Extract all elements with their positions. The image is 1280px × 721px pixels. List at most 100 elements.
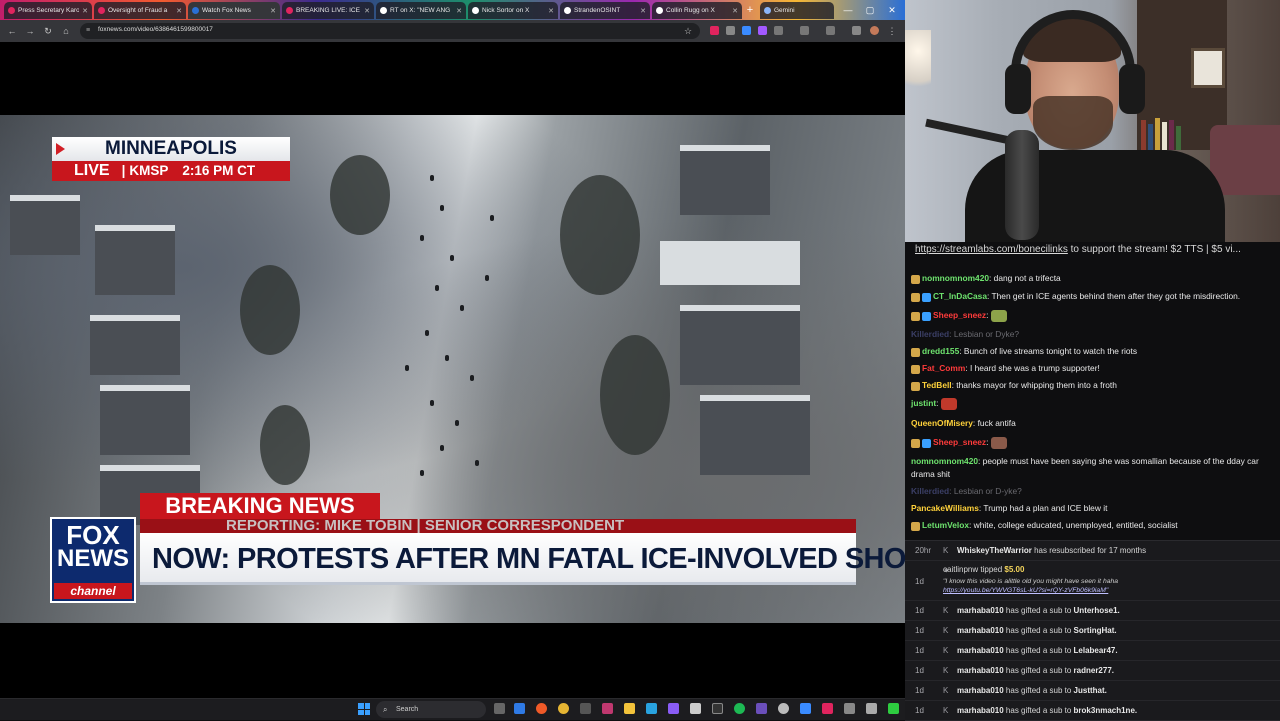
- chat-username[interactable]: dredd155: [922, 346, 959, 356]
- extension-icon[interactable]: [726, 26, 735, 35]
- chat-message: nomnomnom420: dang not a trifecta: [911, 272, 1275, 286]
- app-icon[interactable]: [800, 703, 811, 714]
- chat-username[interactable]: Fat_Comm: [922, 363, 965, 373]
- headphone-earcup: [1119, 64, 1145, 114]
- close-icon[interactable]: ✕: [640, 7, 646, 15]
- chat-username[interactable]: Killerdied: [911, 329, 949, 339]
- app-icon[interactable]: [646, 703, 657, 714]
- protester: [460, 305, 464, 311]
- tip-event[interactable]: 1d ✦ caitlinpnw tipped $5.00 "I know thi…: [905, 561, 1280, 601]
- app-icon[interactable]: [712, 703, 723, 714]
- tab-rt-on-x[interactable]: RT on X: "NEW ANG ✕: [376, 2, 466, 19]
- address-bar[interactable]: ≡ foxnews.com/video/6386461599800017 ☆: [80, 23, 700, 39]
- chat-username[interactable]: Sheep_sneez: [933, 437, 986, 447]
- extension-icon[interactable]: [742, 26, 751, 35]
- chat-username[interactable]: justint: [911, 398, 936, 408]
- event-row[interactable]: 1d K marhaba010 has gifted a sub to Sort…: [905, 621, 1280, 641]
- event-row[interactable]: 20hr K WhiskeyTheWarrior has resubscribe…: [905, 541, 1280, 561]
- event-row[interactable]: 1d K marhaba010 has gifted a sub to radn…: [905, 661, 1280, 681]
- close-window-button[interactable]: ✕: [882, 2, 902, 18]
- spotify-icon[interactable]: [734, 703, 745, 714]
- video-player[interactable]: MINNEAPOLIS LIVE | KMSP 2:16 PM CT FOX N…: [0, 115, 905, 623]
- back-arrow-icon[interactable]: ←: [6, 25, 18, 37]
- app-icon[interactable]: [778, 703, 789, 714]
- app-icon[interactable]: [580, 703, 591, 714]
- event-row[interactable]: 1d K marhaba010 has gifted a sub to Just…: [905, 681, 1280, 701]
- file-explorer-icon[interactable]: [624, 703, 635, 714]
- event-row[interactable]: 1d K marhaba010 has gifted a sub to Unte…: [905, 601, 1280, 621]
- event-row[interactable]: 1d K marhaba010 has gifted a sub to brok…: [905, 701, 1280, 721]
- close-icon[interactable]: ✕: [82, 7, 88, 15]
- obs-icon[interactable]: [602, 703, 613, 714]
- prime-badge-icon: [922, 293, 931, 303]
- bookmark-star-icon[interactable]: ☆: [682, 25, 694, 37]
- close-icon[interactable]: ✕: [456, 7, 462, 15]
- edge-icon[interactable]: [514, 703, 525, 714]
- chat-message: QueenOfMisery: fuck antifa: [911, 418, 1016, 428]
- house: [10, 195, 80, 255]
- home-icon[interactable]: ⌂: [60, 25, 72, 37]
- chat-username[interactable]: QueenOfMisery: [911, 418, 973, 428]
- close-icon[interactable]: ✕: [176, 7, 182, 15]
- chat-username[interactable]: nomnomnom420: [911, 456, 978, 466]
- chat-username[interactable]: CT_InDaCasa: [933, 291, 987, 301]
- minimize-button[interactable]: —: [838, 2, 858, 18]
- extension-icon[interactable]: [758, 26, 767, 35]
- sidepanel-icon[interactable]: [826, 26, 835, 35]
- streamlabs-link[interactable]: https://streamlabs.com/bonecilinks: [915, 244, 1068, 255]
- chat-username[interactable]: nomnomnom420: [922, 273, 989, 283]
- emote-icon: [990, 436, 1007, 449]
- chat-username[interactable]: TedBell: [922, 380, 952, 390]
- menu-kebab-icon[interactable]: ⋮: [886, 25, 898, 37]
- chat-username[interactable]: PancakeWilliams: [911, 503, 979, 513]
- chat-username[interactable]: Sheep_sneez: [933, 310, 986, 320]
- windows-start-icon[interactable]: [358, 703, 370, 715]
- tab-gemini[interactable]: Gemini: [760, 2, 834, 19]
- downloads-icon[interactable]: [852, 26, 861, 35]
- url-text[interactable]: foxnews.com/video/6386461599800017: [98, 26, 213, 33]
- tab-collin-rugg[interactable]: Collin Rugg on X ✕: [652, 2, 742, 19]
- profile-avatar[interactable]: [870, 26, 879, 35]
- new-tab-button[interactable]: +: [744, 3, 756, 17]
- chat-message: CT_InDaCasa: Then get in ICE agents behi…: [911, 290, 1275, 304]
- tab-watch-fox-news[interactable]: Watch Fox News ✕: [188, 2, 280, 19]
- app-icon[interactable]: [866, 703, 877, 714]
- headphone-earcup: [1005, 64, 1031, 114]
- taskbar-search[interactable]: ⌕ Search: [376, 701, 486, 718]
- site-info-icon[interactable]: ≡: [86, 27, 94, 35]
- tab-press-secretary[interactable]: Press Secretary Karo ✕: [4, 2, 92, 19]
- chrome-icon[interactable]: [558, 703, 569, 714]
- extension-icon[interactable]: [774, 26, 783, 35]
- extension-icon[interactable]: [710, 26, 719, 35]
- tip-link[interactable]: https://youtu.be/YWVGT6sL-kU?si=rQY-zVFb…: [943, 587, 1108, 594]
- app-icon[interactable]: [888, 703, 899, 714]
- webcam-feed: [905, 0, 1280, 255]
- firefox-icon[interactable]: [536, 703, 547, 714]
- close-icon[interactable]: ✕: [548, 7, 554, 15]
- event-row[interactable]: 1d K marhaba010 has gifted a sub to Lela…: [905, 641, 1280, 661]
- task-view-icon[interactable]: [494, 703, 505, 714]
- chat-username[interactable]: LetumVelox: [922, 520, 969, 530]
- reload-icon[interactable]: ↻: [42, 25, 54, 37]
- close-icon[interactable]: ✕: [270, 7, 276, 15]
- tab-strip: Press Secretary Karo ✕ Oversight of Fraud…: [0, 0, 905, 20]
- forward-arrow-icon[interactable]: →: [24, 25, 36, 37]
- protester: [485, 275, 489, 281]
- tab-oversight[interactable]: Oversight of Fraud a ✕: [94, 2, 186, 19]
- app-icon[interactable]: [690, 703, 701, 714]
- protester: [475, 460, 479, 466]
- tab-breaking-live[interactable]: BREAKING LIVE: ICE ✕: [282, 2, 374, 19]
- app-icon[interactable]: [756, 703, 767, 714]
- tree: [600, 335, 670, 455]
- close-icon[interactable]: ✕: [732, 7, 738, 15]
- app-icon[interactable]: [668, 703, 679, 714]
- app-icon[interactable]: [822, 703, 833, 714]
- tab-stranden-osint[interactable]: StrandenOSINT ✕: [560, 2, 650, 19]
- close-icon[interactable]: ✕: [364, 7, 370, 15]
- chat-username[interactable]: Killerdied: [911, 486, 949, 496]
- extensions-puzzle-icon[interactable]: [800, 26, 809, 35]
- app-icon[interactable]: [844, 703, 855, 714]
- maximize-button[interactable]: ▢: [860, 2, 880, 18]
- tab-nick-sortor[interactable]: Nick Sortor on X ✕: [468, 2, 558, 19]
- prime-badge-icon: [922, 312, 931, 322]
